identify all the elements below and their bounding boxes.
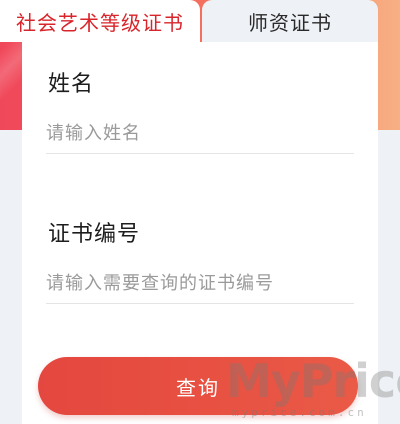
name-label: 姓名 bbox=[48, 72, 95, 97]
certificate-number-input[interactable] bbox=[46, 264, 354, 304]
tab-art-certificate[interactable]: 社会艺术等级证书 bbox=[0, 0, 200, 42]
tab-bar: 社会艺术等级证书 师资证书 bbox=[0, 0, 400, 42]
query-button[interactable]: 查询 bbox=[38, 357, 358, 415]
certificate-number-label: 证书编号 bbox=[48, 222, 141, 247]
name-input[interactable] bbox=[46, 114, 354, 154]
tab-teacher-certificate[interactable]: 师资证书 bbox=[202, 0, 378, 42]
